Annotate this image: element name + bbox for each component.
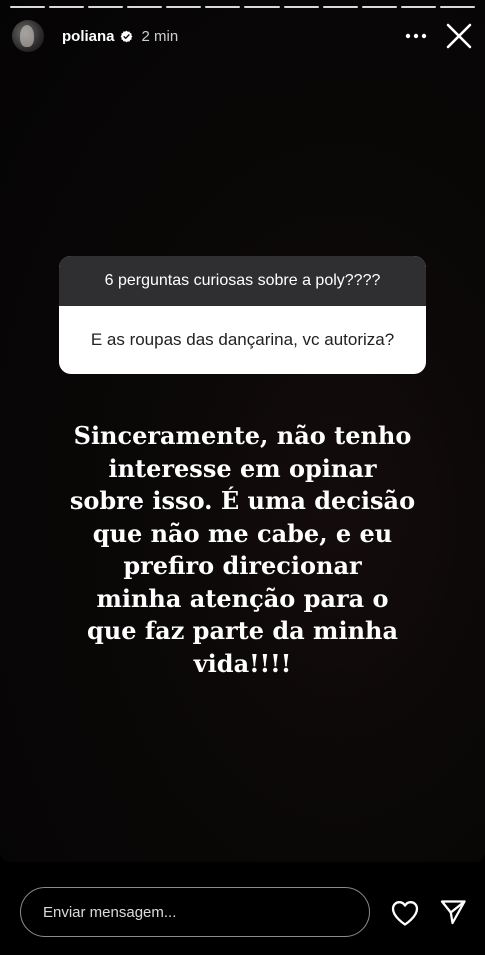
progress-segment	[49, 6, 85, 8]
answer-line: prefiro direcionar	[123, 551, 362, 580]
username[interactable]: poliana	[62, 28, 115, 45]
progress-segment	[439, 6, 475, 8]
progress-segment	[283, 6, 319, 8]
question-sticker: 6 perguntas curiosas sobre a poly???? E …	[59, 256, 426, 374]
story-viewer[interactable]: poliana 2 min 6 perguntas curiosas sobre…	[0, 0, 485, 862]
heart-icon[interactable]	[390, 899, 420, 927]
reply-bar	[0, 862, 485, 955]
answer-line: que não me cabe, e eu	[92, 518, 393, 548]
story-header: poliana 2 min	[12, 18, 475, 54]
progress-segment	[88, 6, 124, 8]
send-icon[interactable]	[439, 898, 467, 926]
progress-segment	[400, 6, 436, 8]
close-icon[interactable]	[443, 20, 475, 52]
answer-line: Sinceramente, não tenho	[73, 421, 412, 450]
answer-line: vida!!!!	[193, 648, 292, 678]
answer-line: sobre isso. É uma decisão	[69, 486, 416, 515]
progress-segment	[10, 6, 46, 8]
progress-segment	[244, 6, 280, 8]
progress-segment	[322, 6, 358, 8]
more-horizontal-icon[interactable]	[401, 21, 431, 51]
post-time: 2 min	[141, 27, 179, 45]
story-progress-bar	[10, 6, 475, 8]
answer-line: que faz parte da minha	[86, 616, 399, 645]
answer-line: interesse em opinar	[108, 453, 377, 483]
question-sticker-question: E as roupas das dançarina, vc autoriza?	[90, 330, 395, 349]
question-sticker-title: 6 perguntas curiosas sobre a poly????	[59, 256, 426, 306]
message-input[interactable]	[20, 887, 370, 937]
progress-segment	[166, 6, 202, 8]
progress-segment	[361, 6, 397, 8]
progress-segment	[205, 6, 241, 8]
verified-badge-icon	[120, 30, 132, 42]
profile-avatar[interactable]	[12, 20, 44, 52]
answer-text: Sinceramente, não tenho interesse em opi…	[30, 420, 455, 680]
answer-line: minha atenção para o	[96, 583, 389, 613]
progress-segment	[127, 6, 163, 8]
